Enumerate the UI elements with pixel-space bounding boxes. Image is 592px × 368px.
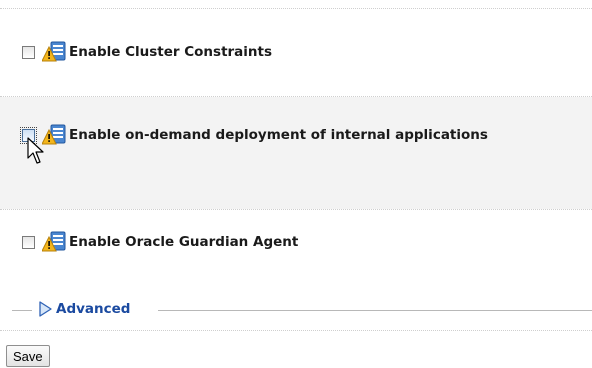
option-row-guardian-agent: Enable Oracle Guardian Agent: [0, 224, 592, 260]
option-row-on-demand-deployment: Enable on-demand deployment of internal …: [0, 97, 592, 209]
settings-panel: Enable Cluster Constraints Enable on-dem…: [0, 0, 592, 368]
expand-arrow-icon: [39, 301, 52, 317]
advanced-link[interactable]: Advanced: [56, 301, 130, 317]
option-row-cluster-constraints: Enable Cluster Constraints: [0, 34, 592, 70]
row-separator: [0, 8, 592, 9]
row-separator: [0, 209, 592, 210]
warning-config-icon: [42, 41, 66, 63]
guardian-agent-checkbox[interactable]: [22, 235, 35, 249]
divider-line: [12, 310, 32, 311]
arrow-cursor-icon: [27, 137, 44, 164]
warning-config-icon: [42, 124, 66, 146]
save-button[interactable]: Save: [6, 345, 50, 367]
cluster-constraints-label: Enable Cluster Constraints: [69, 44, 273, 60]
warning-config-icon: [42, 231, 66, 253]
guardian-agent-label: Enable Oracle Guardian Agent: [69, 234, 299, 250]
advanced-section-header: Advanced: [0, 300, 592, 320]
divider-line: [158, 310, 592, 311]
on-demand-deployment-label: Enable on-demand deployment of internal …: [69, 127, 488, 143]
cluster-constraints-checkbox[interactable]: [22, 45, 35, 59]
advanced-toggle[interactable]: Advanced: [38, 301, 130, 317]
row-separator: [0, 330, 592, 331]
